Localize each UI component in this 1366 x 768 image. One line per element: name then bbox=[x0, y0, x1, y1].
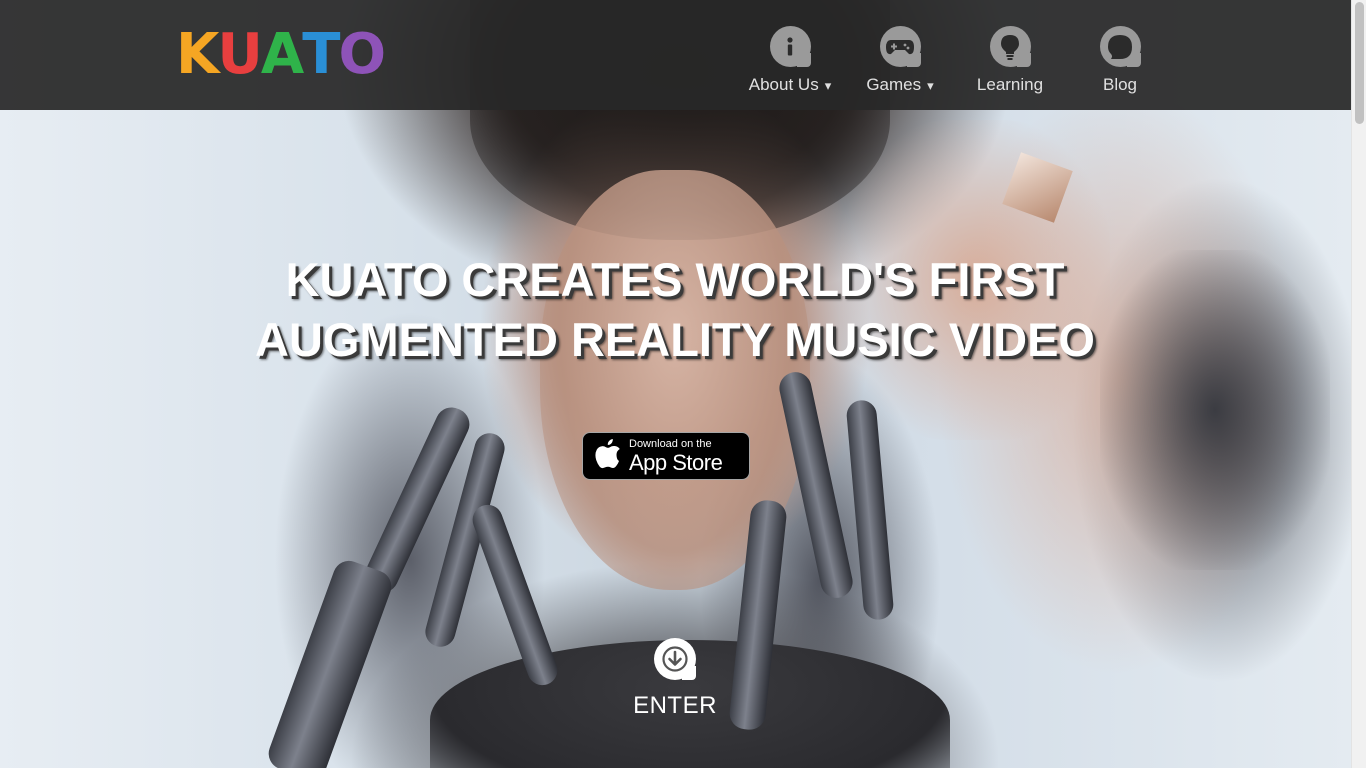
appstore-big-text: App Store bbox=[629, 449, 723, 475]
robot-finger bbox=[845, 399, 895, 621]
nav-label-learning: Learning bbox=[976, 75, 1044, 94]
chevron-down-icon: ▾ bbox=[824, 78, 832, 93]
site-header: K U A T O About Us ▾ Games ▾ Learning Bl… bbox=[0, 0, 1351, 110]
headline-line-1: KUATO CREATES WORLD'S FIRST bbox=[285, 253, 1065, 306]
robot-finger bbox=[264, 556, 396, 768]
enter-label: ENTER bbox=[633, 692, 717, 719]
info-icon bbox=[769, 26, 811, 67]
scrollbar-thumb[interactable] bbox=[1355, 2, 1364, 124]
nav-item-about-us[interactable]: About Us ▾ bbox=[740, 26, 840, 95]
gamepad-icon bbox=[879, 26, 921, 67]
nav-label-about-us: About Us bbox=[748, 75, 819, 94]
logo-letter: O bbox=[338, 22, 386, 87]
enter-button[interactable]: ENTER bbox=[615, 638, 735, 720]
nav-item-games[interactable]: Games ▾ bbox=[850, 26, 950, 95]
main-nav: About Us ▾ Games ▾ Learning Blog bbox=[740, 26, 1160, 102]
nav-item-learning[interactable]: Learning bbox=[960, 26, 1060, 95]
logo-letter: T bbox=[302, 22, 340, 87]
hero-headline: KUATO CREATES WORLD'S FIRST AUGMENTED RE… bbox=[150, 250, 1200, 370]
app-store-button[interactable]: Download on the App Store bbox=[582, 432, 750, 480]
lightbulb-icon bbox=[989, 26, 1031, 67]
nav-label-games: Games bbox=[866, 75, 922, 94]
kuato-logo[interactable]: K U A T O bbox=[176, 22, 386, 87]
chat-bubble-icon bbox=[1099, 26, 1141, 67]
appstore-small-text: Download on the bbox=[629, 437, 712, 450]
apple-icon bbox=[595, 438, 621, 474]
nav-item-blog[interactable]: Blog bbox=[1070, 26, 1170, 95]
headline-line-2: AUGMENTED REALITY MUSIC VIDEO bbox=[255, 313, 1095, 366]
logo-letter: A bbox=[260, 22, 304, 87]
nav-label-blog: Blog bbox=[1102, 75, 1138, 94]
logo-letter: K bbox=[176, 22, 219, 87]
logo-letter: U bbox=[217, 22, 263, 87]
page-scrollbar[interactable] bbox=[1351, 0, 1366, 768]
arrow-down-icon bbox=[654, 638, 696, 680]
chevron-down-icon: ▾ bbox=[927, 78, 934, 93]
